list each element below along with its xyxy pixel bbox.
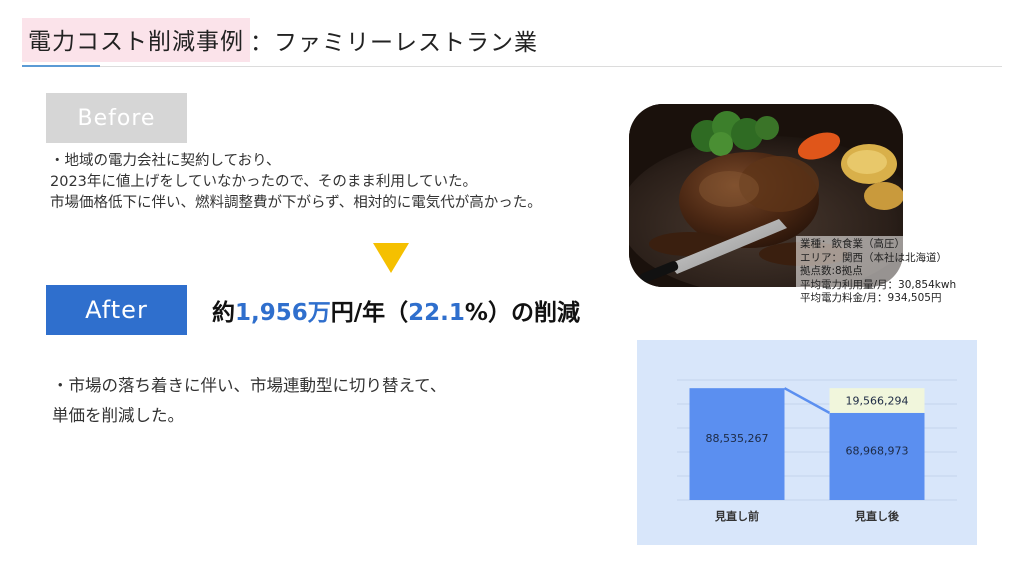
page-title: 電力コスト削減事例 ：ファミリーレストラン業 [22,18,538,62]
result-prefix: 約 [212,300,235,326]
data-label: 19,566,294 [846,395,909,408]
cost-comparison-chart: 見直し前 見直し後 88,535,267 68,968,973 19,566,294 [637,340,977,545]
before-line: ・地域の電力会社に契約しており、 [50,153,281,169]
info-line: 平均電力料金/月：934,505円 [800,292,942,304]
category-label: 見直し後 [854,509,900,523]
data-label: 88,535,267 [706,432,769,445]
after-line: ・市場の落ち着きに伴い、市場連動型に切り替えて、 [52,376,447,395]
title-highlight: 電力コスト削減事例 [22,18,250,62]
before-label: Before [77,105,156,131]
title-rest: ：ファミリーレストラン業 [250,30,538,56]
category-label: 見直し前 [714,509,759,523]
result-middle: 円/年（ [330,300,409,326]
result-amount: 1,956万 [235,300,331,326]
data-label: 68,968,973 [846,444,909,457]
savings-result: 約1,956万円/年（22.1%）の削減 [212,293,580,327]
after-line: 単価を削減した。 [52,406,184,425]
before-line: 2023年に値上げをしていなかったので、そのまま利用していた。 [50,174,477,190]
after-label: After [85,296,148,324]
chart-svg: 見直し前 見直し後 88,535,267 68,968,973 19,566,294 [677,379,957,523]
down-arrow-icon [373,243,409,273]
info-line: 業種：飲食業（高圧） [800,238,905,250]
info-line: エリア：関西（本社は北海道） [800,251,947,264]
before-line: 市場価格低下に伴い、燃料調整費が下がらず、相対的に電気代が高かった。 [50,195,542,211]
result-percent: 22.1 [408,300,465,326]
after-description: ・市場の落ち着きに伴い、市場連動型に切り替えて、 単価を削減した。 [52,371,446,431]
title-accent-line [22,65,100,67]
connector-line [783,387,831,414]
result-suffix: %）の削減 [464,300,580,326]
company-info-box: 業種：飲食業（高圧） エリア：関西（本社は北海道） 拠点数:8拠点 平均電力利用… [796,236,1009,308]
info-line: 拠点数:8拠点 [800,265,863,277]
before-description: ・地域の電力会社に契約しており、 2023年に値上げをしていなかったので、そのま… [50,151,640,214]
title-divider [22,66,1002,67]
before-label-box: Before [46,93,187,143]
after-label-box: After [46,285,187,335]
info-line: 平均電力利用量/月：30,854kwh [800,278,957,291]
